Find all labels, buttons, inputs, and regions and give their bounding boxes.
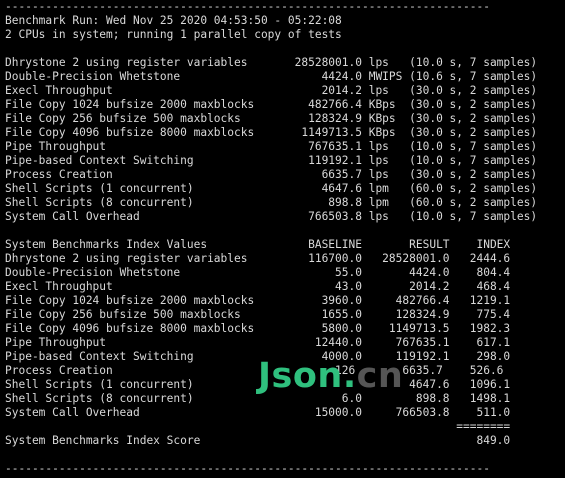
result-row-pipe-throughput: Pipe Throughput 767635.1 lps (10.0 s, 7 … bbox=[5, 140, 538, 153]
watermark-dot: . bbox=[342, 356, 357, 396]
index-row-pipe-throughput: Pipe Throughput 12440.0 767635.1 617.1 bbox=[5, 336, 511, 349]
watermark-logo: Json.cn bbox=[258, 356, 403, 396]
watermark-json: Json bbox=[258, 356, 343, 396]
result-row-syscall: System Call Overhead 766503.8 lps (10.0 … bbox=[5, 210, 538, 223]
result-row-process-creation: Process Creation 6635.7 lps (30.0 s, 2 s… bbox=[5, 168, 538, 181]
index-row-whetstone: Double-Precision Whetstone 55.0 4424.0 8… bbox=[5, 266, 511, 279]
index-row-dhrystone: Dhrystone 2 using register variables 116… bbox=[5, 252, 511, 265]
result-row-dhrystone: Dhrystone 2 using register variables 285… bbox=[5, 56, 538, 69]
result-row-shell-8: Shell Scripts (8 concurrent) 898.8 lpm (… bbox=[5, 196, 538, 209]
index-score-line: System Benchmarks Index Score 849.0 bbox=[5, 434, 511, 447]
result-row-filecopy-256: File Copy 256 bufsize 500 maxblocks 1283… bbox=[5, 112, 538, 125]
result-row-execl: Execl Throughput 2014.2 lps (30.0 s, 2 s… bbox=[5, 84, 538, 97]
result-row-filecopy-4096: File Copy 4096 bufsize 8000 maxblocks 11… bbox=[5, 126, 538, 139]
result-row-shell-1: Shell Scripts (1 concurrent) 4647.6 lpm … bbox=[5, 182, 538, 195]
separator-line: ----------------------------------------… bbox=[5, 0, 490, 13]
index-header-line: System Benchmarks Index Values BASELINE … bbox=[5, 238, 511, 251]
cpu-info-line: 2 CPUs in system; running 1 parallel cop… bbox=[5, 28, 342, 41]
terminal-output: ----------------------------------------… bbox=[5, 0, 537, 476]
index-row-syscall: System Call Overhead 15000.0 766503.8 51… bbox=[5, 406, 511, 419]
index-row-execl: Execl Throughput 43.0 2014.2 468.4 bbox=[5, 280, 511, 293]
index-row-filecopy-1024: File Copy 1024 bufsize 2000 maxblocks 39… bbox=[5, 294, 511, 307]
result-row-filecopy-1024: File Copy 1024 bufsize 2000 maxblocks 48… bbox=[5, 98, 538, 111]
result-row-context-switching: Pipe-based Context Switching 119192.1 lp… bbox=[5, 154, 538, 167]
index-row-filecopy-256: File Copy 256 bufsize 500 maxblocks 1655… bbox=[5, 308, 511, 321]
result-row-whetstone: Double-Precision Whetstone 4424.0 MWIPS … bbox=[5, 70, 538, 83]
index-row-filecopy-4096: File Copy 4096 bufsize 8000 maxblocks 58… bbox=[5, 322, 511, 335]
score-divider-line: ======== bbox=[5, 420, 511, 433]
watermark-cn: cn bbox=[356, 356, 404, 396]
benchmark-run-line: Benchmark Run: Wed Nov 25 2020 04:53:50 … bbox=[5, 14, 342, 27]
separator-line: ----------------------------------------… bbox=[5, 462, 490, 475]
